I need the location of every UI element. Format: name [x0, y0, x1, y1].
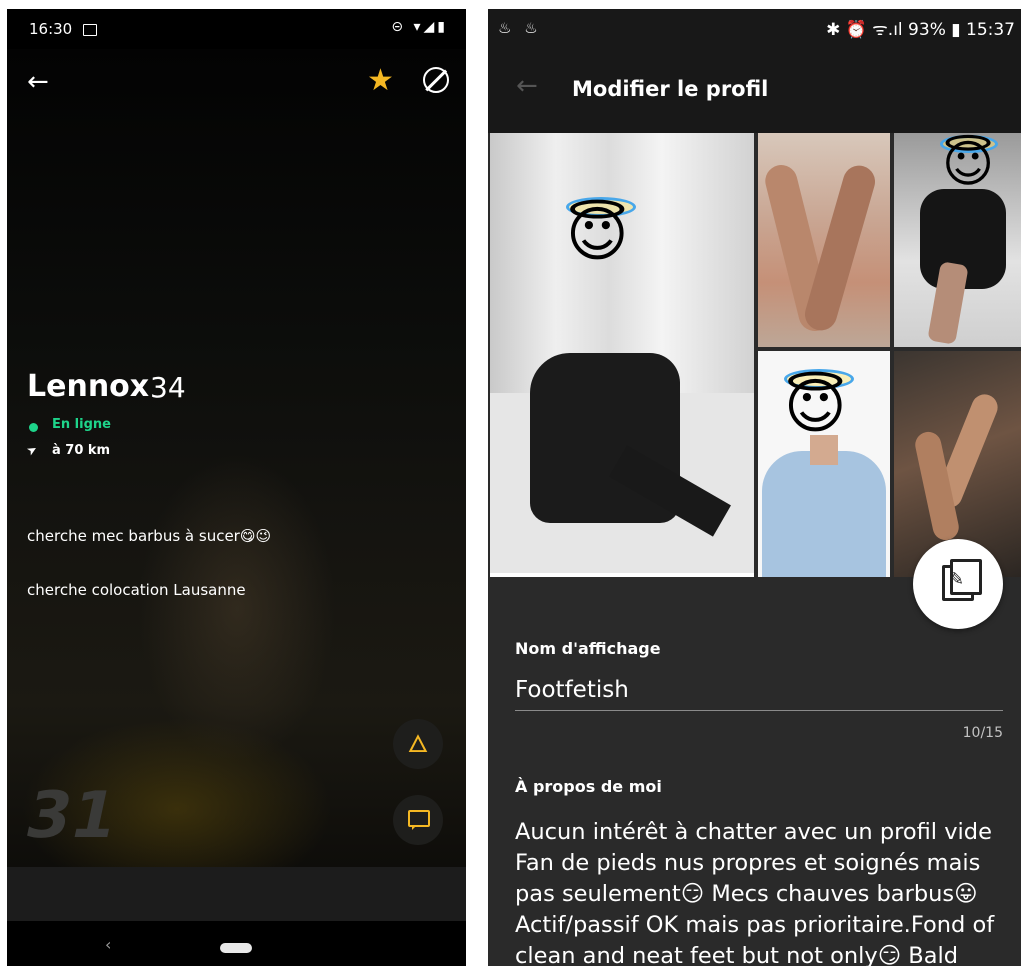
status-bar: 16:30 ⊝ ▾◢▮ — [7, 9, 466, 49]
about-field[interactable]: Aucun intérêt à chatter avec un profil v… — [515, 817, 1015, 966]
face-cover-emoji: 😇 — [566, 200, 629, 270]
back-arrow-icon[interactable]: ← — [27, 67, 49, 97]
face-cover-emoji: 😇 — [942, 135, 995, 193]
chat-icon — [408, 810, 430, 830]
fire-icon: 🜂 — [407, 730, 429, 758]
page-title: Modifier le profil — [572, 77, 769, 101]
status-bar: ♨ ♨ ✱ ⏰ ᯤ.ıl 93% ▮ 15:37 — [488, 9, 1021, 49]
char-counter: 10/15 — [962, 725, 1003, 741]
chat-button[interactable] — [393, 795, 443, 845]
pencil-icon: ✎ — [949, 569, 965, 590]
about-label: À propos de moi — [515, 777, 662, 796]
face-cover-emoji: 😇 — [784, 372, 847, 442]
bottom-bar — [7, 867, 466, 921]
distance: à 70 km — [52, 443, 111, 458]
notification-icons: ♨ ♨ — [498, 19, 542, 37]
photo-shirt — [762, 451, 886, 577]
field-underline — [515, 710, 1003, 711]
bio-line-2: cherche colocation Lausanne — [27, 581, 246, 599]
photo-border — [490, 573, 754, 577]
jersey-number: 31 — [19, 779, 124, 853]
profile-age: 34 — [150, 371, 186, 404]
status-right: ✱ ⏰ ᯤ.ıl 93% ▮ 15:37 — [826, 20, 1015, 40]
nav-back-icon[interactable]: ‹ — [105, 935, 111, 954]
display-name-field[interactable]: Footfetish — [515, 677, 629, 703]
status-time: 16:30 — [29, 20, 73, 38]
system-nav-bar: ‹ — [7, 921, 466, 966]
favorite-star-icon[interactable]: ★ — [367, 63, 394, 98]
app-header: ← Modifier le profil — [488, 49, 1021, 133]
profile-name: Lennox — [27, 369, 150, 404]
block-icon[interactable] — [423, 67, 449, 93]
online-dot-icon — [29, 423, 38, 432]
tap-fire-button[interactable]: 🜂 — [393, 719, 443, 769]
image-notification-icon — [83, 24, 97, 36]
nav-home-pill[interactable] — [220, 943, 252, 953]
left-phone-screen: 16:30 ⊝ ▾◢▮ 31 ← ★ Lennox 34 En ligne ➤ … — [7, 9, 466, 966]
bio-line-1: cherche mec barbus à sucer😋😉 — [27, 527, 272, 545]
edit-photos-button[interactable]: ✎ — [913, 539, 1003, 629]
photo-tile-2[interactable] — [758, 133, 890, 347]
display-name-label: Nom d'affichage — [515, 639, 661, 658]
back-arrow-icon[interactable]: ← — [516, 71, 538, 101]
right-phone-screen: ♨ ♨ ✱ ⏰ ᯤ.ıl 93% ▮ 15:37 ← Modifier le p… — [488, 9, 1021, 966]
online-status: En ligne — [52, 417, 111, 432]
status-icons: ⊝ ▾◢▮ — [391, 19, 448, 35]
